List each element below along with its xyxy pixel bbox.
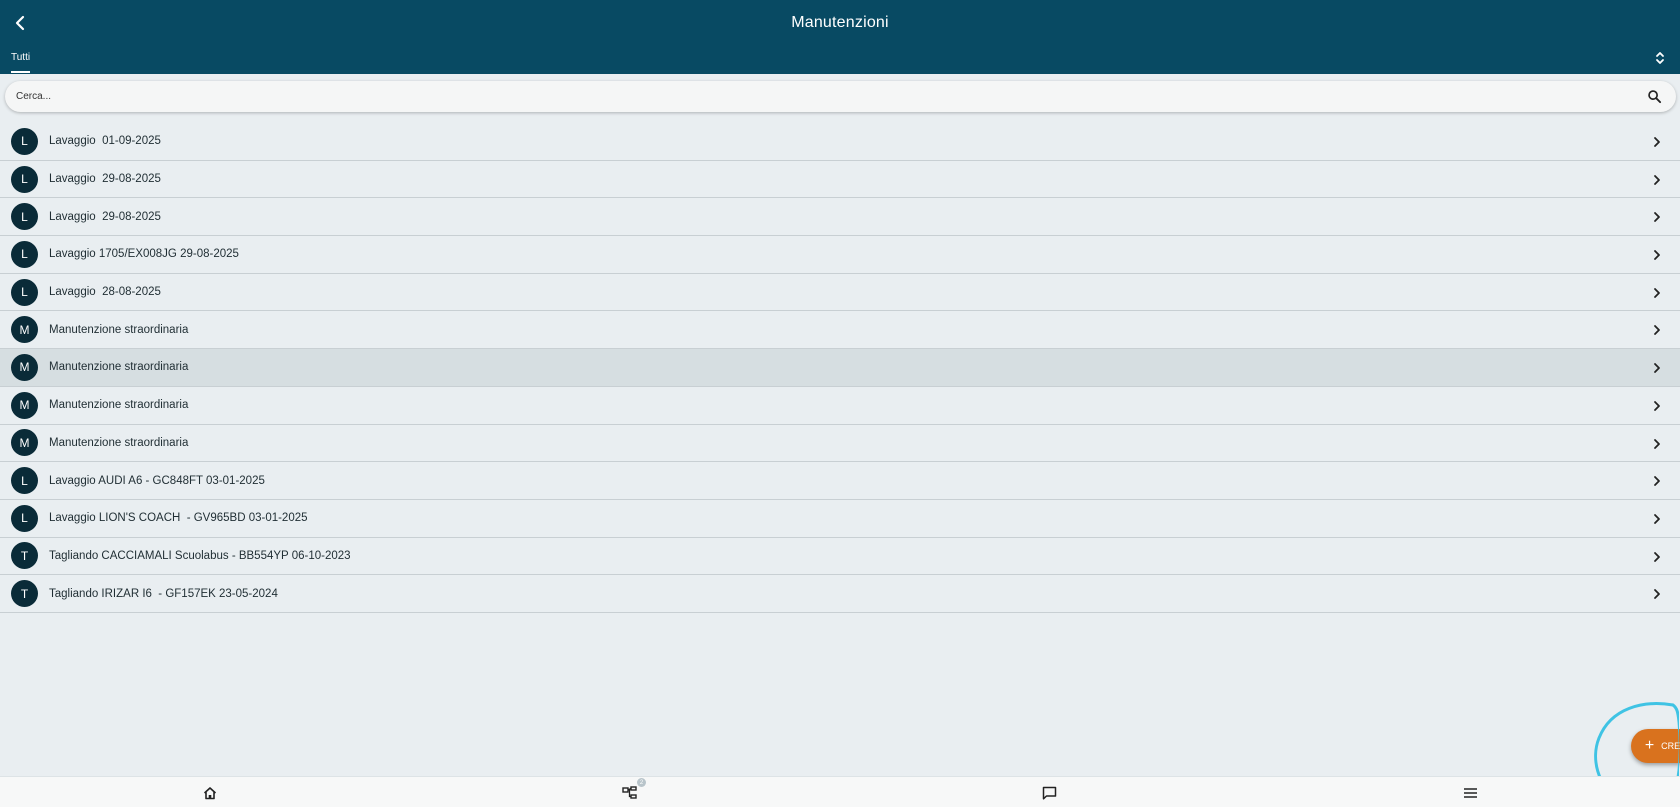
chevron-right-icon — [1654, 589, 1660, 600]
chevron-right-icon — [1654, 513, 1660, 524]
avatar: L — [11, 240, 38, 268]
chevron-right-icon — [1654, 325, 1660, 336]
avatar: L — [11, 467, 38, 495]
notification-badge: 2 — [637, 778, 646, 787]
avatar: L — [11, 127, 38, 155]
list-item-label: Lavaggio 28-08-2025 — [49, 286, 161, 299]
avatar: M — [11, 429, 38, 457]
sort-button[interactable] — [1652, 48, 1668, 68]
list-item-label: Tagliando IRIZAR I6 - GF157EK 23-05-2024 — [49, 587, 278, 600]
org-chart-icon — [622, 786, 637, 799]
list-item[interactable]: L Lavaggio AUDI A6 - GC848FT 03-01-2025 — [0, 462, 1680, 500]
list-item[interactable]: L Lavaggio 28-08-2025 — [0, 274, 1680, 312]
list-item-label: Manutenzione straordinaria — [49, 399, 189, 412]
avatar: L — [11, 278, 38, 306]
avatar: M — [11, 391, 38, 419]
list-item[interactable]: L Lavaggio LION'S COACH - GV965BD 03-01-2… — [0, 500, 1680, 538]
list-item[interactable]: T Tagliando IRIZAR I6 - GF157EK 23-05-202… — [0, 575, 1680, 613]
list-item[interactable]: M Manutenzione straordinaria — [0, 349, 1680, 387]
list-item[interactable]: M Manutenzione straordinaria — [0, 425, 1680, 463]
nav-messages[interactable] — [1039, 784, 1059, 802]
list-item-label: Lavaggio LION'S COACH - GV965BD 03-01-20… — [49, 512, 308, 525]
list-item-label: Manutenzione straordinaria — [49, 436, 189, 449]
list-item[interactable]: T Tagliando CACCIAMALI Scuolabus - BB554Y… — [0, 538, 1680, 576]
list-item-label: Lavaggio 1705/EX008JG 29-08-2025 — [49, 248, 239, 261]
avatar: L — [11, 165, 38, 193]
nav-menu[interactable] — [1460, 784, 1480, 802]
avatar: L — [11, 203, 38, 231]
maintenance-list: L Lavaggio 01-09-2025 L Lavaggio 29-08-2025… — [0, 123, 1680, 613]
avatar: L — [11, 504, 38, 532]
bottom-navigation: 2 — [0, 776, 1680, 807]
unfold-icon — [1656, 52, 1664, 64]
chevron-right-icon — [1654, 137, 1660, 147]
list-item[interactable]: L Lavaggio 1705/EX008JG 29-08-2025 — [0, 236, 1680, 274]
chevron-right-icon — [1654, 476, 1660, 487]
search-input[interactable] — [16, 91, 1596, 102]
menu-icon — [1463, 788, 1477, 798]
chevron-right-icon — [1654, 551, 1660, 562]
search-icon[interactable] — [1647, 89, 1662, 104]
avatar: T — [11, 542, 38, 570]
chevron-right-icon — [1654, 400, 1660, 411]
list-item-label: Lavaggio 29-08-2025 — [49, 210, 161, 223]
avatar: T — [11, 580, 38, 608]
chat-icon — [1042, 786, 1056, 800]
list-item-label: Manutenzione straordinaria — [49, 323, 189, 336]
list-item-label: Lavaggio 29-08-2025 — [49, 173, 161, 186]
create-button[interactable]: + CREA — [1631, 729, 1680, 763]
list-item[interactable]: L Lavaggio 29-08-2025 — [0, 198, 1680, 237]
chevron-right-icon — [1654, 363, 1660, 374]
create-button-label: CREA — [1661, 741, 1680, 751]
list-item-label: Manutenzione straordinaria — [49, 361, 189, 374]
tab-all[interactable]: Tutti — [11, 52, 31, 73]
list-item-label: Tagliando CACCIAMALI Scuolabus - BB554YP… — [49, 549, 351, 562]
search-bar — [5, 81, 1676, 112]
chevron-right-icon — [1654, 438, 1660, 449]
list-item-label: Lavaggio 01-09-2025 — [49, 135, 161, 148]
list-item[interactable]: L Lavaggio 01-09-2025 — [0, 123, 1680, 161]
list-item-label: Lavaggio AUDI A6 - GC848FT 03-01-2025 — [49, 474, 265, 487]
app-header: Manutenzioni Tutti — [0, 0, 1680, 74]
list-item[interactable]: L Lavaggio 29-08-2025 — [0, 161, 1680, 199]
nav-structure[interactable]: 2 — [620, 778, 646, 802]
home-icon — [203, 787, 217, 800]
chevron-right-icon — [1654, 287, 1660, 298]
list-item[interactable]: M Manutenzione straordinaria — [0, 387, 1680, 425]
chevron-right-icon — [1654, 250, 1660, 260]
avatar: M — [11, 316, 38, 344]
page-title: Manutenzioni — [791, 14, 889, 31]
chevron-right-icon — [1654, 212, 1660, 223]
avatar: M — [11, 353, 38, 381]
plus-icon: + — [1644, 737, 1655, 754]
list-item[interactable]: M Manutenzione straordinaria — [0, 311, 1680, 350]
chevron-right-icon — [1654, 174, 1660, 185]
nav-home[interactable] — [200, 784, 220, 802]
